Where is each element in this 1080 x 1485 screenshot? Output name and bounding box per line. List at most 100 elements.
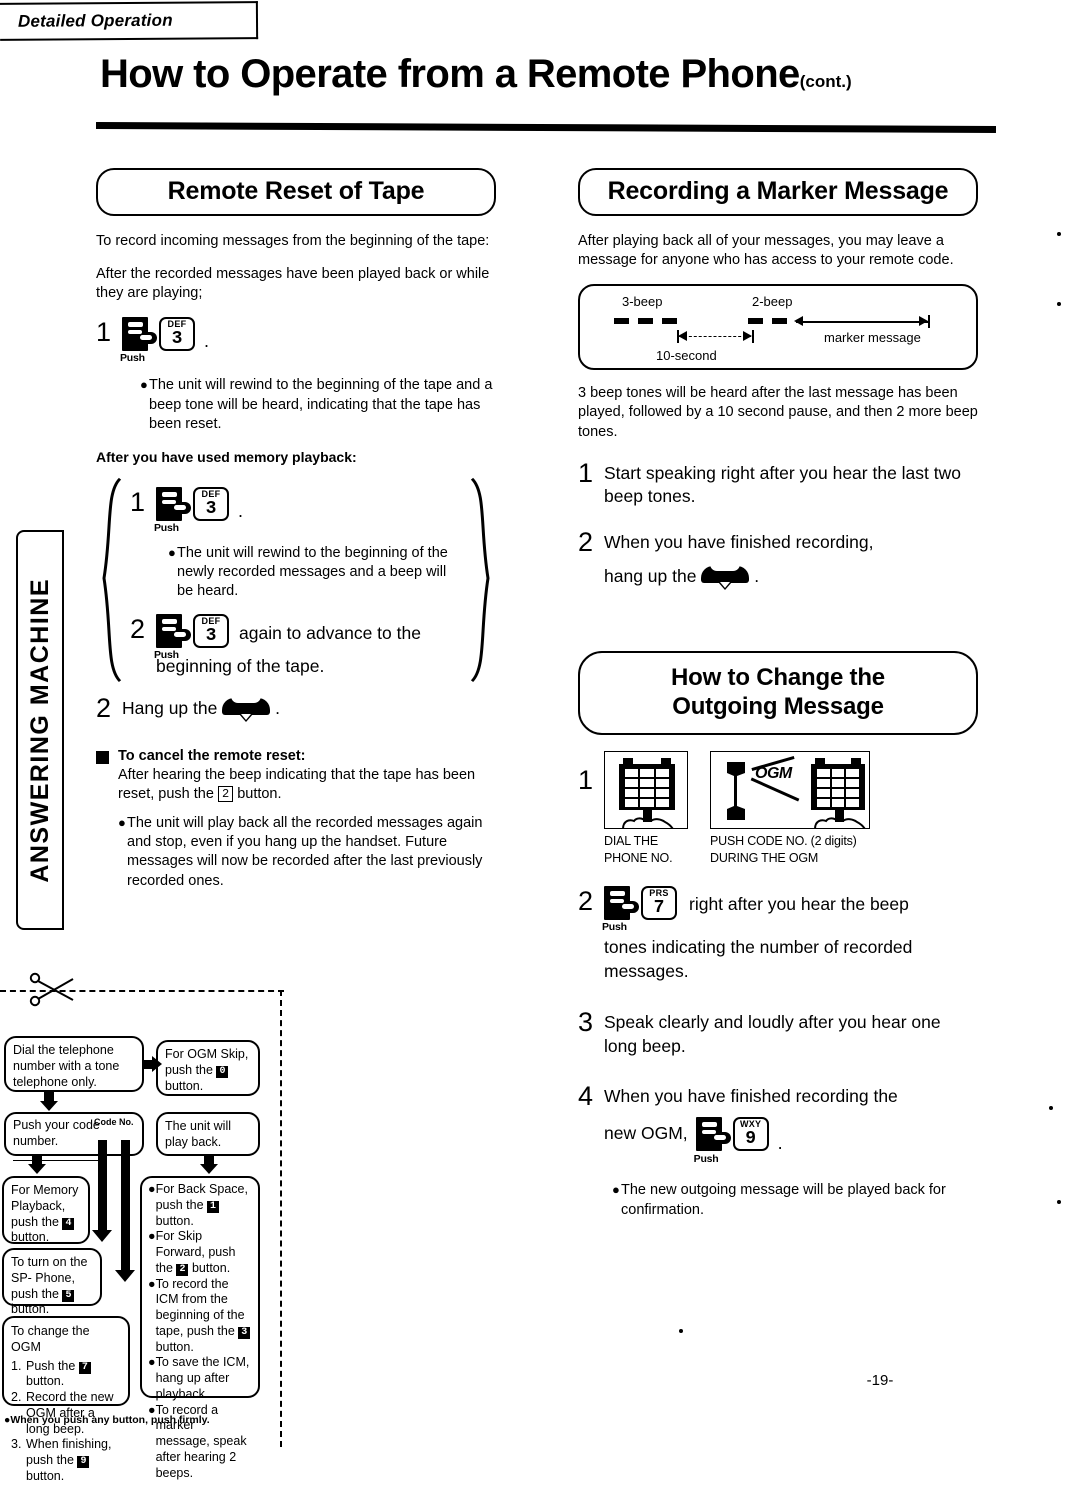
keypad-key-3[interactable]: DEF 3 [159,317,195,352]
key-letters: PRS [649,887,669,898]
inline-key-2[interactable]: 2 [176,1263,189,1276]
push-hand-icon: Push [154,613,191,661]
section-heading-line1: How to Change the [671,663,885,691]
illustration-1-caption: DIAL THE PHONE NO. [604,833,688,866]
marker-step-1: 1 Start speaking right after you hear th… [578,458,978,510]
flow-box-memory-after: button. [11,1230,50,1245]
scan-speck [1057,232,1061,236]
ogm-step-4-text: When you have finished recording the new… [604,1081,978,1165]
handset-icon [701,564,750,591]
push-label: Push [154,521,179,534]
page-number: -19- [0,1372,1080,1389]
flow-box-sp-phone: To turn on the SP- Phone, push the 5 but… [2,1248,102,1316]
step-2-text: Hang up the . [122,693,280,722]
flow-ogm-item-3-after: button. [26,1468,65,1483]
keypad-key-3[interactable]: DEF 3 [193,486,229,521]
key-digit: 7 [653,897,665,918]
push-hand-icon: Push [120,317,157,364]
header-rule [95,122,997,133]
step-1-bullets: ● The unit will rewind to the beginning … [140,376,496,434]
intro-paragraph-2: After the recorded messages have been pl… [96,266,490,302]
page-title: How to Operate from a Remote Phone(cont.… [100,52,980,97]
diagram-label-2beep: 2-beep [752,294,793,310]
marker-step-2-line2: hang up the . [604,564,873,591]
step-2-text-after: . [275,697,280,718]
inline-key-1[interactable]: 1 [207,1200,220,1213]
inline-key-9[interactable]: 9 [77,1456,90,1468]
flow-box-dial: Dial the telephone number with a tone te… [4,1036,144,1092]
step-number: 2 [578,527,594,558]
scan-speck [1049,1106,1053,1110]
ogm-step-3-text: Speak clearly and loudly after you hear … [604,1012,941,1057]
hand-outline-icon [622,817,674,830]
flow-bullet-1-before: For Back Space, push the [155,1182,248,1212]
marker-end-tick [928,315,930,329]
keypad-key-9[interactable]: WXY 9 [732,1116,769,1151]
cancel-remote-reset-block: To cancel the remote reset: After hearin… [96,748,496,891]
inline-key-2[interactable]: 2 [217,785,234,802]
page-number-label: -19- [866,1372,894,1389]
cancel-body-after: button. [237,785,282,802]
bullet-text: The unit will rewind to the beginning of… [149,377,493,432]
step-number: 4 [578,1081,594,1112]
flow-bullet-2-after: button. [191,1260,231,1275]
step-number: 2 [96,692,112,723]
page-title-cont: (cont.) [799,72,852,91]
key-letters: DEF [201,488,221,499]
bullet-dot: ● [148,1182,156,1196]
inline-key-3[interactable]: 3 [238,1326,251,1339]
beep-dash [662,318,677,325]
bullet-dot: ● [140,377,148,393]
tenSec-end-tick [752,330,754,344]
code-number-blank[interactable] [13,1159,99,1161]
tenSec-arrow-right [743,331,752,342]
ogm-step-1: 1 DIAL THE PHONE NO. OGM PUSH CODE NO. (… [578,751,978,866]
step-number: 2 [130,613,146,644]
bullet-dot: ● [118,814,126,830]
flow-arrow-down-3 [200,1156,218,1174]
flow-box-memory-playback: For Memory Playback, push the 4 button. [2,1176,90,1244]
bullet-text: The unit will rewind to the beginning of… [177,544,448,600]
ogm-step-2-text: right after you hear the beep [689,893,909,914]
ogm-step-2-text-2: tones indicating the number of recorded … [604,936,913,981]
bullet-dot: ● [168,544,176,560]
illustration-2-caption-line2: DURING THE OGM [710,850,819,865]
bullet-item: ● The unit will rewind to the beginning … [168,544,462,602]
beep-timing-diagram: 3-beep 2-beep marker message 10-second [578,284,978,371]
bullet-text: The new outgoing message will be played … [621,1182,946,1218]
inline-key-5[interactable]: 5 [62,1289,75,1302]
flow-box-sp-before: To turn on the SP- Phone, push the [11,1255,88,1301]
flow-ogm-item-3: 3. When finishing, push the 9 button. [11,1437,121,1484]
page-title-text: How to Operate from a Remote Phone [100,52,800,96]
cancel-body: After hearing the beep indicating that t… [118,766,496,804]
beep-dash [638,318,653,325]
keypad-key-7[interactable]: PRS 7 [641,885,677,920]
cancel-body-before: After hearing the beep indicating that t… [118,766,476,802]
key-letters: DEF [167,319,187,330]
key-digit: 3 [171,329,183,350]
key-letters: WXY [739,1118,762,1129]
detailed-operation-label: Detailed Operation [17,10,173,31]
inline-key-0[interactable]: 0 [216,1065,229,1078]
flow-box-ogm-skip: For OGM Skip, push the 0 button. [156,1040,260,1096]
cut-card-footnote: ●When you push any button, push firmly. [4,1414,210,1426]
key-letters: DEF [201,615,221,626]
push-key-group: Push DEF 3 . [154,486,243,534]
scan-speck [679,1329,683,1333]
square-bullet-icon [96,750,109,764]
push-key-group: Push DEF 3 [154,613,229,661]
push-key-group: Push DEF 3 . [120,317,209,364]
bullet-dot: ● [148,1276,156,1291]
flow-bullet-3-after: button. [155,1339,194,1354]
step-number: 1 [578,765,594,796]
marker-arrow-line [796,321,928,323]
ogm-step-3: 3 Speak clearly and loudly after you hea… [578,1007,978,1059]
intro-paragraph-1: To record incoming messages from the beg… [96,233,490,249]
flow-box-dial-text: Dial the telephone number with a tone te… [13,1043,120,1089]
keypad-key-3[interactable]: DEF 3 [193,613,229,648]
step-2-text-before: Hang up the [122,697,218,718]
flow-bullet-3-before: To record the ICM from the beginning of … [155,1276,245,1338]
marker-step-2-line1: When you have finished recording, [604,532,874,553]
inline-key-4[interactable]: 4 [62,1217,75,1230]
section-side-tab: ANSWERING MACHINE [16,530,64,930]
